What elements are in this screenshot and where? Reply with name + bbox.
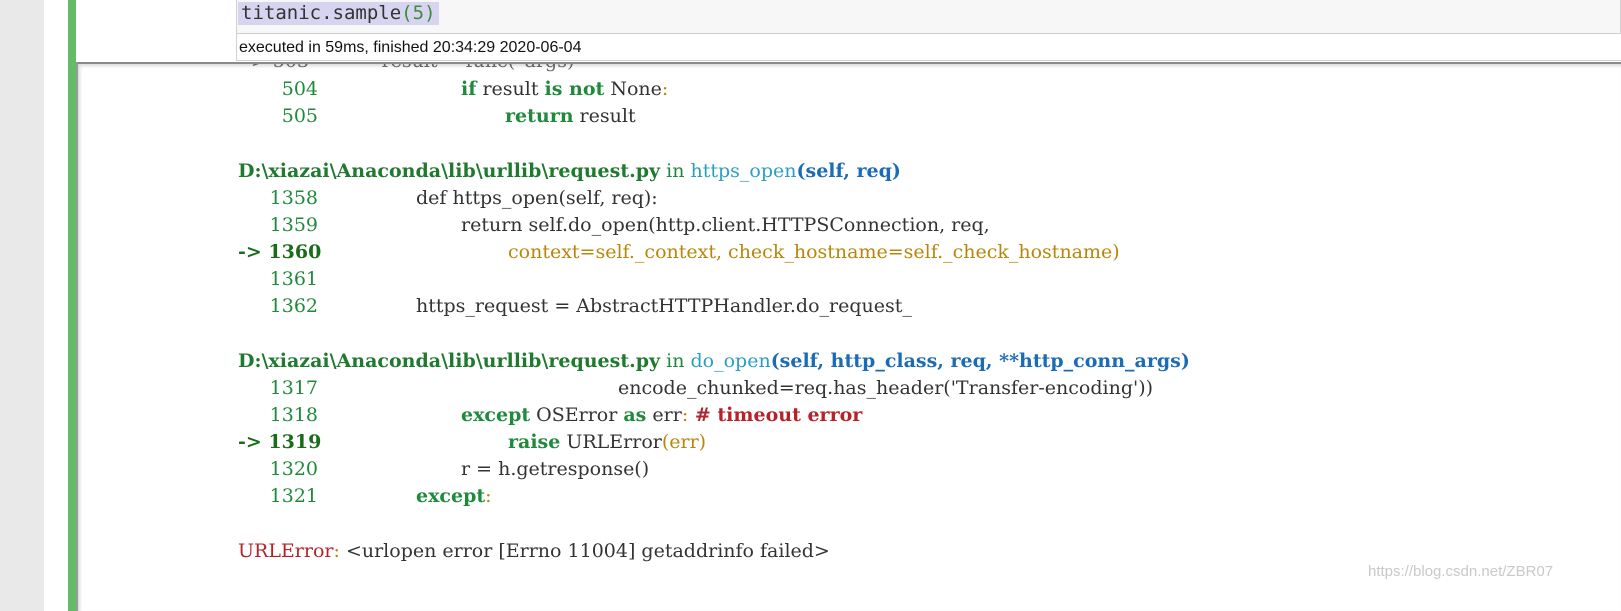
line-number: 1317 <box>269 377 318 399</box>
line-number: 1321 <box>269 485 318 507</box>
function-name: do_open <box>690 350 771 372</box>
line-number: 1362 <box>269 295 318 317</box>
file-path-link[interactable]: D:\xiazai\Anaconda\lib\urllib\request.py <box>238 160 660 182</box>
line-number: 504 <box>281 78 318 100</box>
clipped-traceback-line: --> 503 result = func(*args) <box>238 64 574 75</box>
code-argument: 5 <box>412 2 425 24</box>
line-number: 1359 <box>269 214 318 236</box>
function-name: https_open <box>690 160 797 182</box>
cell-output-area[interactable]: --> 503 result = func(*args) 504 if resul… <box>76 62 1621 611</box>
code-function: titanic.sample <box>241 2 402 24</box>
frame-header: D:\xiazai\Anaconda\lib\urllib\request.py… <box>238 158 901 185</box>
traceback-line: 1358 def https_open(self, req): <box>238 185 658 212</box>
file-path-link[interactable]: D:\xiazai\Anaconda\lib\urllib\request.py <box>238 350 660 372</box>
code-open-paren: ( <box>401 2 413 24</box>
line-number: 1361 <box>269 268 318 290</box>
code-text: def https_open(self, req): <box>416 187 658 209</box>
traceback-line: 505 return result <box>238 103 636 130</box>
code-paren: (err) <box>661 431 707 453</box>
in-word: in <box>666 350 685 372</box>
function-params: (self, req) <box>796 160 901 182</box>
keyword-except: except <box>461 404 531 426</box>
code-text: https_request = AbstractHTTPHandler.do_r… <box>416 295 912 317</box>
keyword-raise: raise <box>508 431 561 453</box>
error-type: URLError <box>238 540 334 562</box>
line-number: 1318 <box>269 404 318 426</box>
code-colon: : <box>485 485 492 507</box>
cell-input-code[interactable]: titanic.sample(5) <box>238 2 439 25</box>
current-line-number: -> 1360 <box>238 241 322 263</box>
keyword-except: except <box>416 485 486 507</box>
code-close-paren: ) <box>424 2 436 24</box>
error-text: <urlopen error [Errno 11004] getaddrinfo… <box>339 540 830 562</box>
code-text: encode_chunked=req.has_header('Transfer-… <box>618 377 1154 399</box>
in-word: in <box>666 160 685 182</box>
error-message: URLError: <urlopen error [Errno 11004] g… <box>238 538 830 565</box>
traceback-line: 1321 except: <box>238 483 492 510</box>
execution-status: executed in 59ms, finished 20:34:29 2020… <box>236 34 1621 61</box>
traceback-line: 1362 https_request = AbstractHTTPHandler.… <box>238 293 912 320</box>
code-text: context=self._context, check_hostname=se… <box>508 241 1120 263</box>
keyword-return: return <box>505 105 574 127</box>
line-number: 1320 <box>269 458 318 480</box>
traceback-line: 1318 except OSError as err: # timeout err… <box>238 402 863 429</box>
line-number: 505 <box>281 105 318 127</box>
left-gutter <box>0 0 44 611</box>
function-params: (self, http_class, req, **http_conn_args… <box>770 350 1190 372</box>
traceback-line: 1320 r = h.getresponse() <box>238 456 650 483</box>
traceback-line: 1317 encode_chunked=req.has_header('Trans… <box>238 375 1153 402</box>
code-text: return self.do_open(http.client.HTTPSCon… <box>461 214 990 236</box>
traceback-line: 504 if result is not None: <box>238 76 669 103</box>
code-text: result <box>476 78 545 100</box>
traceback-line-current: -> 1319 raise URLError(err) <box>238 429 706 456</box>
code-text: OSError <box>530 404 624 426</box>
code-text: err <box>646 404 682 426</box>
keyword-as: as <box>623 404 647 426</box>
notebook-page: titanic.sample(5) executed in 59ms, fini… <box>0 0 1621 611</box>
watermark-text: https://blog.csdn.net/ZBR07 <box>1368 563 1554 580</box>
traceback-line: 1359 return self.do_open(http.client.HTTP… <box>238 212 990 239</box>
code-text: r = h.getresponse() <box>461 458 650 480</box>
code-text: URLError <box>560 431 662 453</box>
code-text: None <box>604 78 662 100</box>
cell-selection-bar[interactable] <box>68 0 76 611</box>
traceback-line-current: -> 1360 context=self._context, check_host… <box>238 239 1120 266</box>
traceback-line: 1361 <box>238 266 318 293</box>
keyword-if: if <box>461 78 477 100</box>
cell-input-area[interactable] <box>236 0 1621 34</box>
keyword-is-not: is not <box>544 78 605 100</box>
line-number: 1358 <box>269 187 318 209</box>
code-comment: # timeout error <box>688 404 863 426</box>
current-line-number: -> 1319 <box>238 431 322 453</box>
code-text: result <box>573 105 636 127</box>
frame-header: D:\xiazai\Anaconda\lib\urllib\request.py… <box>238 348 1190 375</box>
code-colon: : <box>661 78 669 100</box>
